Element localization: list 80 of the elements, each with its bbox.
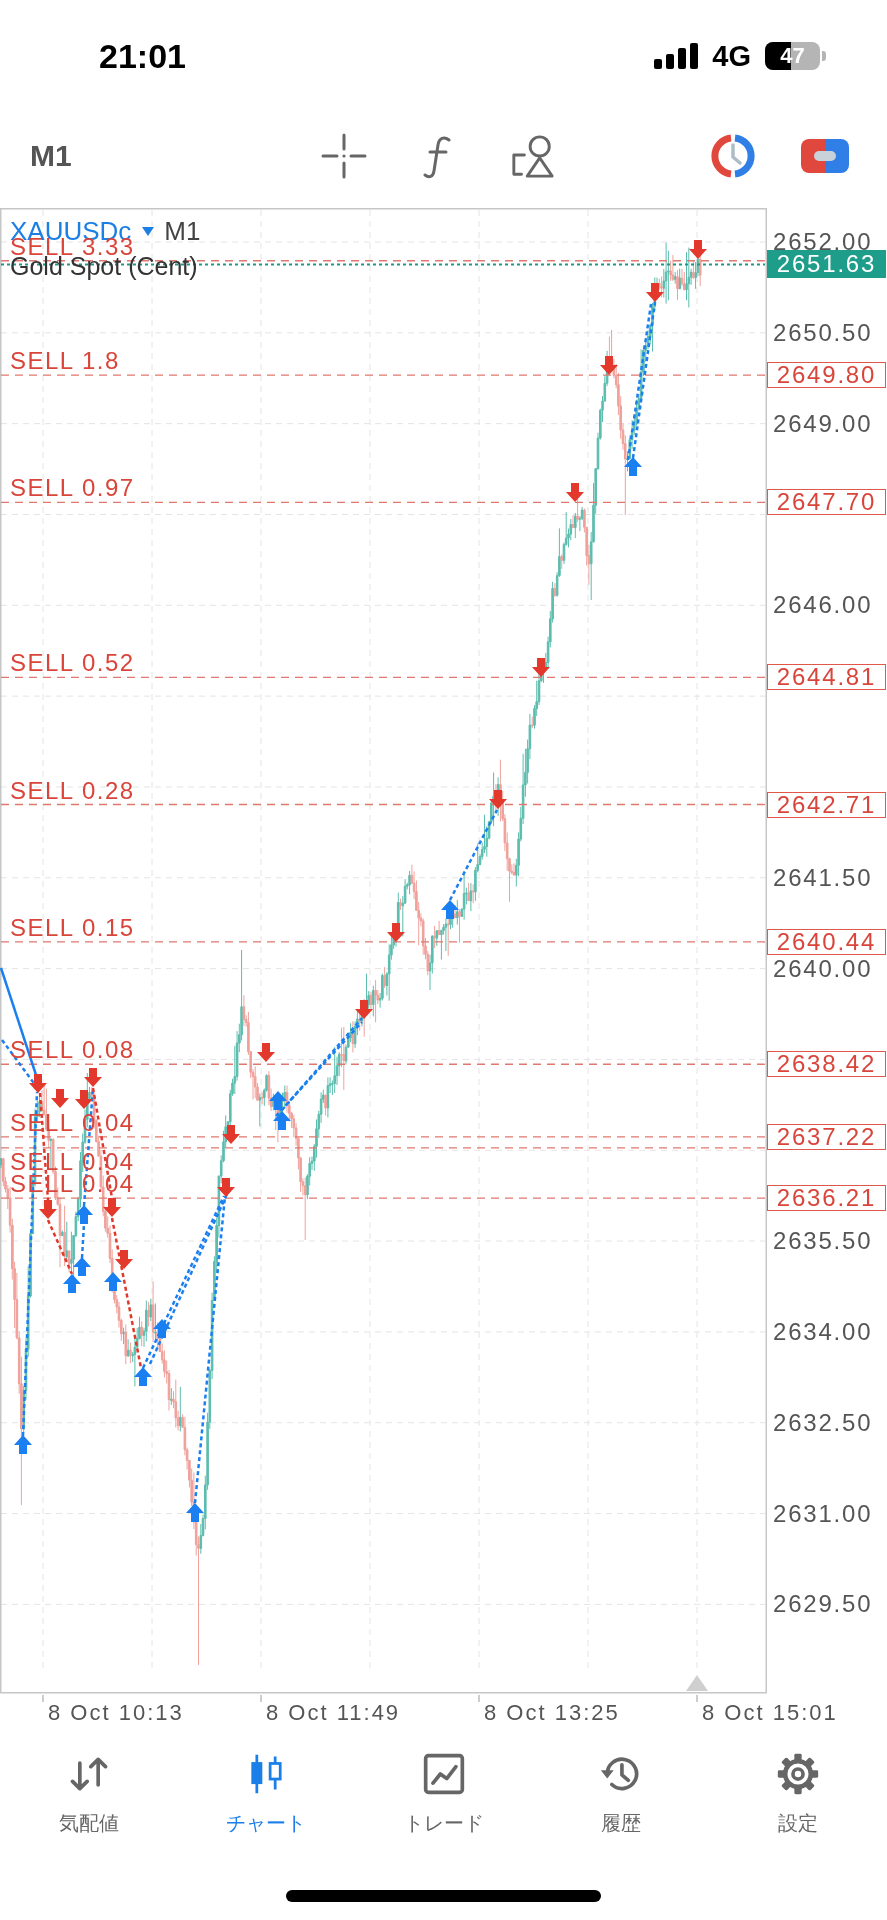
price-axis-label: 2650.50: [773, 320, 873, 345]
down-arrow-icon: [355, 1000, 373, 1019]
up-arrow-icon: [624, 457, 642, 476]
settings-icon: [776, 1752, 821, 1796]
down-arrow-icon: [600, 356, 618, 375]
down-arrow-icon: [75, 1090, 93, 1109]
line-chart-icon: [421, 1752, 466, 1796]
order-label: SELL 0.97: [10, 477, 135, 500]
up-arrow-icon: [75, 1205, 93, 1224]
order-price-tag: 2638.42: [767, 1051, 886, 1078]
time-axis-label: 8 Oct 13:25: [484, 1702, 620, 1724]
order-price-tag: 2637.22: [767, 1123, 886, 1150]
order-price-tag: 2649.80: [767, 362, 886, 389]
down-arrow-icon: [489, 790, 507, 809]
current-price-tag: 2651.63: [767, 250, 886, 279]
down-arrow-icon: [222, 1125, 240, 1144]
up-arrow-icon: [441, 900, 459, 919]
signal-icon: [654, 43, 699, 69]
symbol-description: Gold Spot (Cent): [10, 254, 198, 279]
up-arrow-icon: [153, 1319, 171, 1338]
down-arrow-icon: [217, 1178, 235, 1197]
order-label: SELL 0.52: [10, 652, 135, 675]
nav-tab[interactable]: トレード: [354, 1738, 533, 1860]
order-price-tag: 2640.44: [767, 928, 886, 955]
up-arrow-icon: [186, 1503, 204, 1522]
time-axis-label: 8 Oct 11:49: [266, 1702, 401, 1724]
network-label: 4G: [712, 41, 751, 71]
clock-icon[interactable]: [709, 133, 756, 179]
timeframe-button[interactable]: M1: [30, 141, 72, 171]
order-price-tag: 2644.81: [767, 664, 886, 691]
nav-tab[interactable]: チャート: [177, 1738, 355, 1860]
order-label: SELL 0.15: [10, 916, 135, 939]
price-axis-label: 2641.50: [773, 865, 873, 890]
price-axis-label: 2649.00: [773, 411, 873, 436]
shapes-icon[interactable]: [509, 133, 556, 179]
up-arrow-icon: [269, 1091, 287, 1110]
nav-tab[interactable]: 履歴: [532, 1738, 710, 1860]
nav-tab[interactable]: 気配値: [0, 1738, 178, 1860]
order-label: SELL 1.8: [10, 350, 120, 373]
price-axis-label: 2640.00: [773, 956, 873, 981]
trade-line: [46, 1219, 74, 1275]
order-price-tag: 2636.21: [767, 1185, 886, 1212]
up-arrow-icon: [63, 1274, 81, 1293]
down-arrow-icon: [646, 283, 664, 302]
price-axis-label: 2631.00: [773, 1501, 873, 1526]
trade-line: [80, 1223, 86, 1259]
time-axis-label: 8 Oct 10:13: [48, 1702, 184, 1724]
up-arrow-icon: [104, 1272, 122, 1291]
price-axis-label: 2635.50: [773, 1229, 873, 1254]
down-arrow-icon: [532, 658, 550, 677]
status-time: 21:01: [99, 39, 186, 73]
order-price-tag: 2647.70: [767, 489, 886, 516]
down-arrow-icon: [689, 240, 707, 259]
caret-icon[interactable]: [142, 226, 155, 236]
down-arrow-icon: [84, 1068, 102, 1087]
order-price-tag: 2642.71: [767, 791, 886, 818]
down-arrow-icon: [103, 1198, 121, 1217]
down-arrow-icon: [39, 1200, 57, 1219]
price-axis-label: 2632.50: [773, 1410, 873, 1435]
up-arrow-icon: [14, 1435, 32, 1454]
price-axis-label: 2646.00: [773, 593, 873, 618]
down-arrow-icon: [566, 483, 584, 502]
up-arrow-icon: [73, 1257, 91, 1276]
down-arrow-icon: [387, 923, 405, 942]
price-axis-label: 2634.00: [773, 1319, 873, 1344]
time-axis-label: 8 Oct 15:01: [702, 1702, 838, 1724]
up-arrow-icon: [134, 1367, 152, 1386]
switch-icon[interactable]: [800, 139, 849, 173]
order-label: SELL 0.28: [10, 779, 135, 802]
chart-timeframe: M1: [164, 218, 201, 244]
up-arrow-icon: [273, 1111, 291, 1130]
crosshair-icon[interactable]: [320, 133, 367, 179]
down-arrow-icon: [115, 1250, 133, 1269]
nav-tab[interactable]: 設定: [709, 1738, 887, 1860]
down-arrow-icon: [51, 1089, 69, 1108]
triangle-marker-icon: [686, 1675, 708, 1691]
down-arrow-icon: [29, 1074, 47, 1093]
function-icon[interactable]: [421, 133, 452, 179]
down-arrow-icon: [257, 1043, 275, 1062]
price-axis-label: 2629.50: [773, 1592, 873, 1617]
